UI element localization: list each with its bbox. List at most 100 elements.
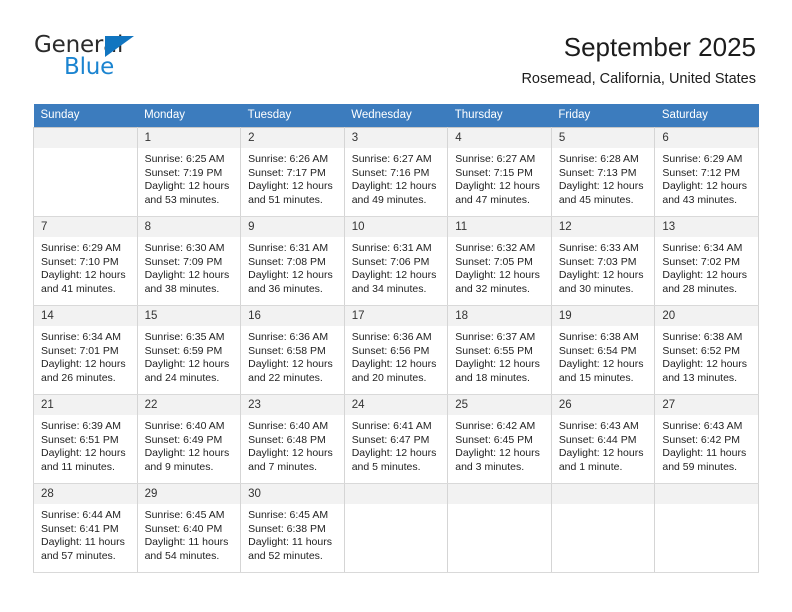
sunset-text: Sunset: 7:13 PM: [558, 166, 637, 179]
calendar-day-cell-empty: [33, 127, 138, 217]
sunrise-text: Sunrise: 6:42 AM: [455, 420, 536, 432]
calendar-day-cell[interactable]: 9 Sunrise: 6:31 AM Sunset: 7:08 PM Daylight…: [240, 216, 345, 306]
sunrise-text: Sunrise: 6:28 AM: [558, 153, 639, 165]
day-details: Sunrise: 6:43 AM Sunset: 6:44 PM Daylight:…: [552, 415, 655, 474]
sunset-text: Sunset: 6:59 PM: [144, 344, 223, 357]
calendar-day-cell[interactable]: 4 Sunrise: 6:27 AM Sunset: 7:15 PM Daylight…: [447, 127, 552, 217]
calendar-day-cell[interactable]: 12 Sunrise: 6:33 AM Sunset: 7:03 PM Dayligh…: [550, 216, 656, 306]
daylight-text-line2: and 47 minutes.: [455, 193, 530, 206]
day-details: Sunrise: 6:38 AM Sunset: 6:52 PM Daylight:…: [655, 326, 758, 385]
weekday-header-sunday: Sunday: [33, 104, 138, 128]
daylight-text-line2: and 54 minutes.: [144, 549, 220, 562]
sunrise-text: Sunrise: 6:38 AM: [662, 331, 743, 343]
sunrise-text: Sunrise: 6:40 AM: [144, 420, 225, 432]
calendar-day-cell[interactable]: 28 Sunrise: 6:44 AM Sunset: 6:41 PM Dayligh…: [33, 483, 138, 573]
sunset-text: Sunset: 6:55 PM: [455, 344, 533, 357]
calendar-day-cell[interactable]: 5 Sunrise: 6:28 AM Sunset: 7:13 PM Daylight…: [550, 127, 656, 217]
weekday-header-thursday: Thursday: [447, 104, 552, 128]
day-number: [551, 484, 655, 504]
daylight-text-line2: and 52 minutes.: [248, 549, 323, 562]
day-details: Sunrise: 6:45 AM Sunset: 6:38 PM Daylight:…: [241, 504, 344, 563]
sunrise-text: Sunrise: 6:29 AM: [662, 153, 743, 165]
calendar-day-cell[interactable]: 18 Sunrise: 6:37 AM Sunset: 6:55 PM Dayligh…: [447, 305, 552, 395]
daylight-text-line1: Daylight: 12 hours: [455, 180, 540, 193]
sunset-text: Sunset: 6:49 PM: [144, 433, 223, 446]
day-details: Sunrise: 6:31 AM Sunset: 7:06 PM Daylight:…: [345, 237, 448, 296]
daylight-text-line1: Daylight: 12 hours: [558, 269, 644, 282]
calendar-day-cell[interactable]: 14 Sunrise: 6:34 AM Sunset: 7:01 PM Dayligh…: [33, 305, 138, 395]
daylight-text-line1: Daylight: 12 hours: [351, 447, 437, 460]
daylight-text-line2: and 15 minutes.: [558, 371, 634, 384]
page-title: September 2025: [563, 32, 756, 62]
day-details: Sunrise: 6:28 AM Sunset: 7:13 PM Daylight:…: [552, 148, 655, 207]
sunset-text: Sunset: 7:19 PM: [144, 166, 223, 179]
sunrise-text: Sunrise: 6:29 AM: [41, 242, 121, 254]
daylight-text-line2: and 11 minutes.: [41, 460, 115, 473]
sunset-text: Sunset: 6:40 PM: [144, 522, 223, 535]
daylight-text-line2: and 41 minutes.: [41, 282, 116, 295]
daylight-text-line2: and 57 minutes.: [41, 549, 116, 562]
sunrise-text: Sunrise: 6:27 AM: [455, 153, 536, 165]
day-details: Sunrise: 6:45 AM Sunset: 6:40 PM Daylight:…: [138, 504, 241, 563]
sunset-text: Sunset: 7:05 PM: [455, 255, 533, 268]
calendar-day-cell[interactable]: 8 Sunrise: 6:30 AM Sunset: 7:09 PM Daylight…: [136, 216, 242, 306]
calendar-day-cell[interactable]: 16 Sunrise: 6:36 AM Sunset: 6:58 PM Dayligh…: [240, 305, 345, 395]
calendar-day-cell[interactable]: 13 Sunrise: 6:34 AM Sunset: 7:02 PM Dayligh…: [654, 216, 759, 306]
sunset-text: Sunset: 6:54 PM: [558, 344, 637, 357]
calendar-body: 1 Sunrise: 6:25 AM Sunset: 7:19 PM Daylight…: [33, 127, 759, 573]
calendar-day-cell[interactable]: 15 Sunrise: 6:35 AM Sunset: 6:59 PM Dayligh…: [136, 305, 242, 395]
calendar-day-cell[interactable]: 29 Sunrise: 6:45 AM Sunset: 6:40 PM Dayligh…: [136, 483, 242, 573]
daylight-text-line1: Daylight: 12 hours: [558, 180, 644, 193]
daylight-text-line1: Daylight: 12 hours: [144, 180, 230, 193]
calendar-day-cell[interactable]: 26 Sunrise: 6:43 AM Sunset: 6:44 PM Dayligh…: [550, 394, 656, 484]
day-number: 24: [344, 395, 448, 415]
calendar-day-cell[interactable]: 19 Sunrise: 6:38 AM Sunset: 6:54 PM Dayligh…: [550, 305, 656, 395]
calendar-day-cell[interactable]: 22 Sunrise: 6:40 AM Sunset: 6:49 PM Dayligh…: [136, 394, 242, 484]
day-number: 13: [655, 217, 758, 237]
calendar-day-cell[interactable]: 10 Sunrise: 6:31 AM Sunset: 7:06 PM Dayligh…: [343, 216, 449, 306]
day-details: Sunrise: 6:29 AM Sunset: 7:10 PM Daylight:…: [34, 237, 137, 296]
day-number: 20: [655, 306, 758, 326]
calendar-day-cell[interactable]: 25 Sunrise: 6:42 AM Sunset: 6:45 PM Dayligh…: [447, 394, 552, 484]
calendar-day-cell[interactable]: 20 Sunrise: 6:38 AM Sunset: 6:52 PM Dayligh…: [654, 305, 759, 395]
sunrise-text: Sunrise: 6:44 AM: [41, 509, 121, 521]
daylight-text-line2: and 59 minutes.: [662, 460, 738, 473]
sunset-text: Sunset: 7:16 PM: [351, 166, 430, 179]
daylight-text-line1: Daylight: 12 hours: [662, 358, 748, 371]
calendar-day-cell[interactable]: 1 Sunrise: 6:25 AM Sunset: 7:19 PM Daylight…: [136, 127, 242, 217]
day-number: 19: [551, 306, 655, 326]
calendar-day-cell[interactable]: 11 Sunrise: 6:32 AM Sunset: 7:05 PM Dayligh…: [447, 216, 552, 306]
calendar-day-cell[interactable]: 21 Sunrise: 6:39 AM Sunset: 6:51 PM Dayligh…: [33, 394, 138, 484]
general-blue-logo[interactable]: General Blue: [34, 34, 214, 84]
calendar-day-cell[interactable]: 17 Sunrise: 6:36 AM Sunset: 6:56 PM Dayligh…: [343, 305, 449, 395]
calendar-day-cell[interactable]: 3 Sunrise: 6:27 AM Sunset: 7:16 PM Daylight…: [343, 127, 449, 217]
daylight-text-line1: Daylight: 12 hours: [455, 269, 540, 282]
sunrise-text: Sunrise: 6:36 AM: [351, 331, 432, 343]
sunrise-text: Sunrise: 6:36 AM: [248, 331, 329, 343]
daylight-text-line1: Daylight: 12 hours: [248, 180, 333, 193]
calendar-day-cell[interactable]: 23 Sunrise: 6:40 AM Sunset: 6:48 PM Dayligh…: [240, 394, 345, 484]
sunrise-text: Sunrise: 6:33 AM: [558, 242, 639, 254]
day-number: 12: [551, 217, 655, 237]
calendar-day-cell[interactable]: 30 Sunrise: 6:45 AM Sunset: 6:38 PM Dayligh…: [240, 483, 345, 573]
day-details: Sunrise: 6:25 AM Sunset: 7:19 PM Daylight:…: [138, 148, 241, 207]
day-number: 15: [137, 306, 241, 326]
calendar-day-cell[interactable]: 7 Sunrise: 6:29 AM Sunset: 7:10 PM Daylight…: [33, 216, 138, 306]
sunset-text: Sunset: 7:03 PM: [558, 255, 637, 268]
calendar-day-cell[interactable]: 2 Sunrise: 6:26 AM Sunset: 7:17 PM Daylight…: [240, 127, 345, 217]
day-number: 9: [241, 217, 344, 237]
daylight-text-line1: Daylight: 12 hours: [144, 447, 230, 460]
sunset-text: Sunset: 6:47 PM: [351, 433, 430, 446]
day-details: Sunrise: 6:26 AM Sunset: 7:17 PM Daylight:…: [241, 148, 344, 207]
calendar-day-cell[interactable]: 24 Sunrise: 6:41 AM Sunset: 6:47 PM Dayligh…: [343, 394, 449, 484]
title-block: September 2025 Rosemead, California, Uni…: [521, 30, 756, 89]
daylight-text-line1: Daylight: 12 hours: [455, 358, 540, 371]
sunrise-text: Sunrise: 6:32 AM: [455, 242, 536, 254]
calendar-day-cell[interactable]: 27 Sunrise: 6:43 AM Sunset: 6:42 PM Dayligh…: [654, 394, 759, 484]
calendar-day-cell[interactable]: 6 Sunrise: 6:29 AM Sunset: 7:12 PM Daylight…: [654, 127, 759, 217]
day-number: 2: [241, 128, 344, 148]
sunset-text: Sunset: 6:41 PM: [41, 522, 119, 535]
day-number: 30: [241, 484, 344, 504]
daylight-text-line2: and 20 minutes.: [351, 371, 427, 384]
day-number: 25: [448, 395, 551, 415]
